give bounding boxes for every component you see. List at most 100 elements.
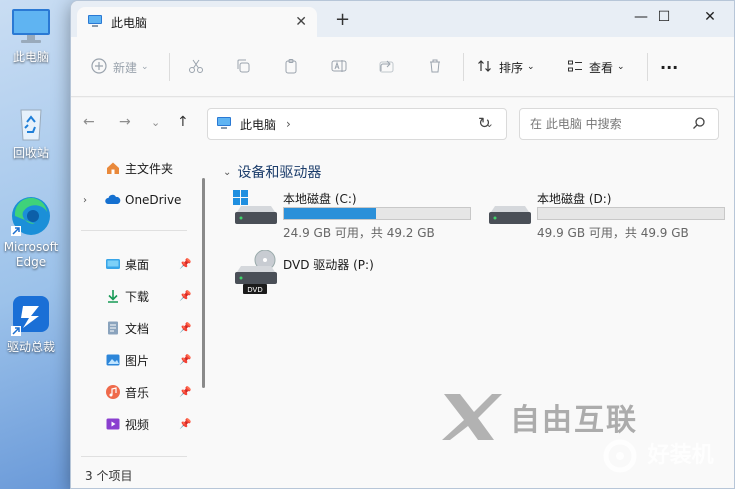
- desktop-icon-label: 此电脑: [12, 50, 49, 64]
- drive-icon: [487, 190, 533, 230]
- copy-icon: [235, 58, 251, 77]
- pictures-icon: [105, 352, 121, 368]
- paste-button[interactable]: [283, 57, 299, 77]
- title-bar: 此电脑 ✕ + — ☐ ✕: [71, 1, 734, 37]
- item-count: 3 个项目: [85, 468, 133, 483]
- clipboard-icon: [283, 58, 299, 77]
- tab-close-icon[interactable]: ✕: [295, 14, 307, 30]
- watermark-text-secondary: 好装机: [600, 436, 714, 476]
- share-button[interactable]: [379, 57, 395, 77]
- new-button[interactable]: 新建 ⌄: [91, 57, 149, 77]
- sidebar-item-home[interactable]: 主文件夹: [71, 156, 201, 180]
- drive-usage-fill: [284, 208, 376, 219]
- dvd-drive-icon: DVD: [233, 249, 279, 294]
- rename-button[interactable]: [331, 57, 347, 77]
- toolbar-divider: [169, 53, 170, 81]
- recycle-bin-icon: [9, 100, 53, 144]
- documents-icon: [105, 320, 121, 336]
- copy-button[interactable]: [235, 57, 251, 77]
- new-tab-button[interactable]: +: [335, 9, 350, 30]
- delete-button[interactable]: [427, 57, 443, 77]
- forward-arrow-icon[interactable]: →: [119, 114, 131, 130]
- onedrive-cloud-icon: [105, 192, 121, 208]
- close-button[interactable]: ✕: [687, 1, 733, 33]
- search-input[interactable]: [530, 117, 680, 131]
- drive-item-d[interactable]: 本地磁盘 (D:) 49.9 GB 可用，共 49.9 GB: [487, 190, 727, 240]
- cut-button[interactable]: [188, 57, 204, 77]
- trash-icon: [427, 58, 443, 77]
- sidebar-item-videos[interactable]: 视频 📌: [71, 412, 201, 436]
- search-icon[interactable]: [692, 116, 706, 133]
- pin-icon[interactable]: 📌: [179, 419, 191, 430]
- pin-icon[interactable]: 📌: [179, 323, 191, 334]
- sidebar-item-label: 主文件夹: [125, 161, 174, 176]
- share-icon: [379, 58, 395, 77]
- sidebar-item-music[interactable]: 音乐 📌: [71, 380, 201, 404]
- sidebar-item-label: 视频: [125, 417, 150, 432]
- music-icon: [105, 384, 121, 400]
- address-bar[interactable]: 此电脑 › ⌄: [207, 108, 507, 140]
- pin-icon[interactable]: 📌: [179, 259, 191, 270]
- monitor-icon: [87, 13, 103, 32]
- recent-locations-chevron-icon[interactable]: ⌄: [151, 116, 160, 129]
- drive-name: 本地磁盘 (C:): [283, 192, 357, 206]
- view-list-icon: [567, 58, 583, 77]
- watermark-text-2: 好装机: [647, 443, 714, 468]
- pin-icon[interactable]: 📌: [179, 387, 191, 398]
- windows-drive-icon: [233, 190, 279, 230]
- watermark-x-logo: [440, 392, 504, 445]
- group-header-devices[interactable]: ⌄ 设备和驱动器: [223, 162, 321, 182]
- home-icon: [105, 160, 121, 176]
- collapse-chevron-icon[interactable]: ⌄: [223, 167, 231, 178]
- sidebar-item-label: 音乐: [125, 385, 150, 400]
- driver-app-icon: [9, 294, 53, 338]
- chevron-down-icon: ⌄: [617, 62, 625, 72]
- sidebar-scrollbar[interactable]: [202, 178, 205, 388]
- search-box[interactable]: [519, 108, 719, 140]
- desktop-folder-icon: [105, 256, 121, 272]
- sidebar-item-documents[interactable]: 文档 📌: [71, 316, 201, 340]
- sidebar-item-label: 图片: [125, 353, 150, 368]
- sort-button-label: 排序: [499, 60, 524, 75]
- desktop-icon-this-pc[interactable]: 此电脑: [0, 4, 62, 65]
- sidebar-item-onedrive[interactable]: › OneDrive: [71, 188, 201, 212]
- up-arrow-icon[interactable]: ↑: [177, 114, 189, 130]
- desktop-icon-driver-app[interactable]: 驱动总裁: [0, 294, 62, 355]
- drive-item-c[interactable]: 本地磁盘 (C:) 24.9 GB 可用，共 49.2 GB: [233, 190, 473, 240]
- refresh-icon[interactable]: ↻: [478, 114, 491, 132]
- breadcrumb-chevron-icon[interactable]: ›: [286, 117, 291, 131]
- watermark-text: 自由互联: [510, 403, 638, 438]
- pin-icon[interactable]: 📌: [179, 355, 191, 366]
- drive-space-info: 49.9 GB 可用，共 49.9 GB: [537, 226, 689, 240]
- monitor-icon: [9, 4, 53, 48]
- chevron-down-icon: ⌄: [141, 62, 149, 72]
- sidebar-item-desktop[interactable]: 桌面 📌: [71, 252, 201, 276]
- command-bar: 新建 ⌄ 排序 ⌄ 查看 ⌄ ···: [71, 37, 734, 97]
- maximize-button[interactable]: ☐: [641, 1, 687, 33]
- drive-name: 本地磁盘 (D:): [537, 192, 612, 206]
- view-button[interactable]: 查看 ⌄: [567, 57, 625, 77]
- sort-button[interactable]: 排序 ⌄: [477, 57, 535, 77]
- sidebar-item-label: OneDrive: [125, 193, 182, 207]
- toolbar-divider: [463, 53, 464, 81]
- breadcrumb-this-pc[interactable]: 此电脑: [240, 116, 276, 133]
- expand-chevron-icon[interactable]: ›: [83, 195, 87, 206]
- monitor-icon: [216, 115, 232, 134]
- pin-icon[interactable]: 📌: [179, 291, 191, 302]
- tab-this-pc[interactable]: 此电脑 ✕: [77, 7, 317, 37]
- desktop-icon-recycle-bin[interactable]: 回收站: [0, 100, 62, 161]
- scissors-icon: [188, 58, 204, 77]
- new-button-label: 新建: [113, 60, 138, 75]
- edge-icon: [9, 194, 53, 238]
- sort-icon: [477, 58, 493, 77]
- desktop-icon-edge[interactable]: Microsoft Edge: [0, 194, 62, 270]
- navigation-pane: 主文件夹 › OneDrive 桌面 📌 下载 📌 文档 📌 图片 📌 音乐 📌…: [71, 150, 207, 462]
- rename-icon: [331, 58, 347, 77]
- sidebar-item-pictures[interactable]: 图片 📌: [71, 348, 201, 372]
- view-button-label: 查看: [589, 60, 614, 75]
- drive-item-dvd[interactable]: DVD DVD 驱动器 (P:): [233, 249, 433, 296]
- sidebar-item-downloads[interactable]: 下载 📌: [71, 284, 201, 308]
- desktop-icon-label: 回收站: [12, 146, 49, 160]
- more-options-button[interactable]: ···: [660, 57, 678, 77]
- back-arrow-icon[interactable]: ←: [83, 114, 95, 130]
